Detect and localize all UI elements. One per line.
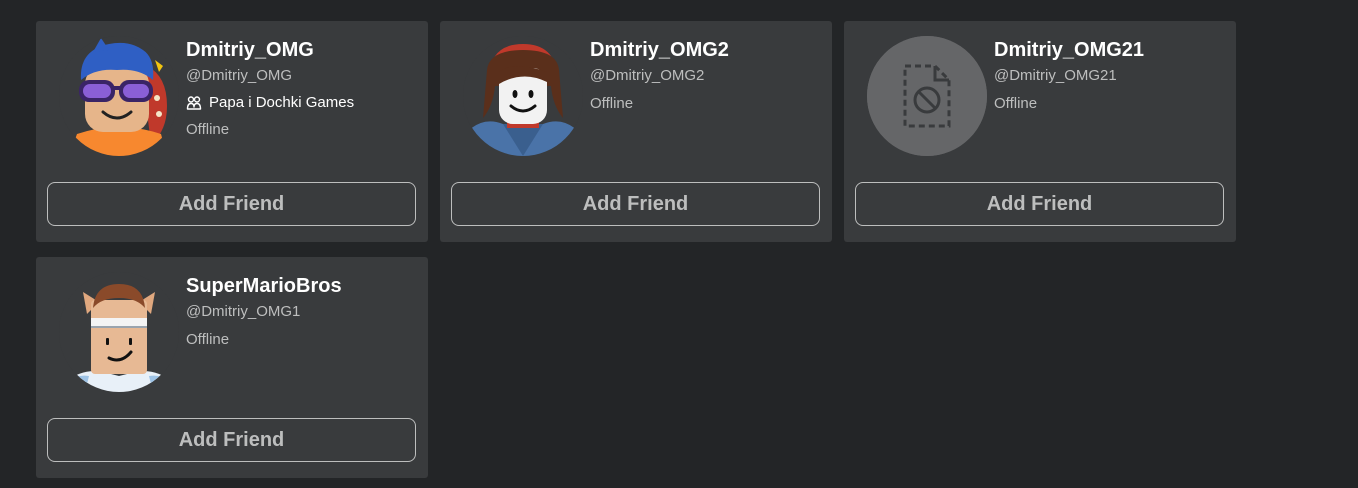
avatar[interactable] xyxy=(59,272,179,392)
friend-info: SuperMarioBros @Dmitriy_OMG1 Offline xyxy=(186,273,418,350)
username: @Dmitriy_OMG1 xyxy=(186,303,301,320)
avatar[interactable] xyxy=(463,36,583,156)
presence-status: Offline xyxy=(994,95,1038,112)
presence-status: Offline xyxy=(590,95,634,112)
presence-status: Offline xyxy=(186,121,230,138)
group-icon xyxy=(186,95,202,111)
friend-card-supermariobros: SuperMarioBros @Dmitriy_OMG1 Offline Add… xyxy=(36,257,428,478)
add-friend-button[interactable]: Add Friend xyxy=(47,418,416,462)
group-name: Papa i Dochki Games xyxy=(209,94,355,111)
friend-info: Dmitriy_OMG2 @Dmitriy_OMG2 Offline xyxy=(590,37,822,114)
friend-card-dmitriy-omg: Dmitriy_OMG @Dmitriy_OMG Papa i Dochki G… xyxy=(36,21,428,242)
username: @Dmitriy_OMG21 xyxy=(994,67,1117,84)
display-name[interactable]: Dmitriy_OMG2 xyxy=(590,37,822,63)
avatar-image xyxy=(59,36,179,156)
display-name[interactable]: SuperMarioBros xyxy=(186,273,418,299)
friend-info: Dmitriy_OMG21 @Dmitriy_OMG21 Offline xyxy=(994,37,1226,114)
display-name[interactable]: Dmitriy_OMG xyxy=(186,37,418,63)
friend-card-dmitriy-omg21: Dmitriy_OMG21 @Dmitriy_OMG21 Offline Add… xyxy=(844,21,1236,242)
add-friend-button[interactable]: Add Friend xyxy=(451,182,820,226)
presence-status: Offline xyxy=(186,331,230,348)
avatar[interactable] xyxy=(59,36,179,156)
friend-info: Dmitriy_OMG @Dmitriy_OMG Papa i Dochki G… xyxy=(186,37,418,140)
display-name[interactable]: Dmitriy_OMG21 xyxy=(994,37,1226,63)
friend-card-dmitriy-omg2: Dmitriy_OMG2 @Dmitriy_OMG2 Offline Add F… xyxy=(440,21,832,242)
avatar-image xyxy=(463,36,583,156)
username: @Dmitriy_OMG xyxy=(186,67,293,84)
group-link[interactable]: Papa i Dochki Games xyxy=(186,94,418,112)
add-friend-button[interactable]: Add Friend xyxy=(47,182,416,226)
username: @Dmitriy_OMG2 xyxy=(590,67,705,84)
blocked-file-icon xyxy=(867,36,987,156)
avatar[interactable] xyxy=(867,36,987,156)
add-friend-button[interactable]: Add Friend xyxy=(855,182,1224,226)
avatar-image xyxy=(59,272,179,392)
